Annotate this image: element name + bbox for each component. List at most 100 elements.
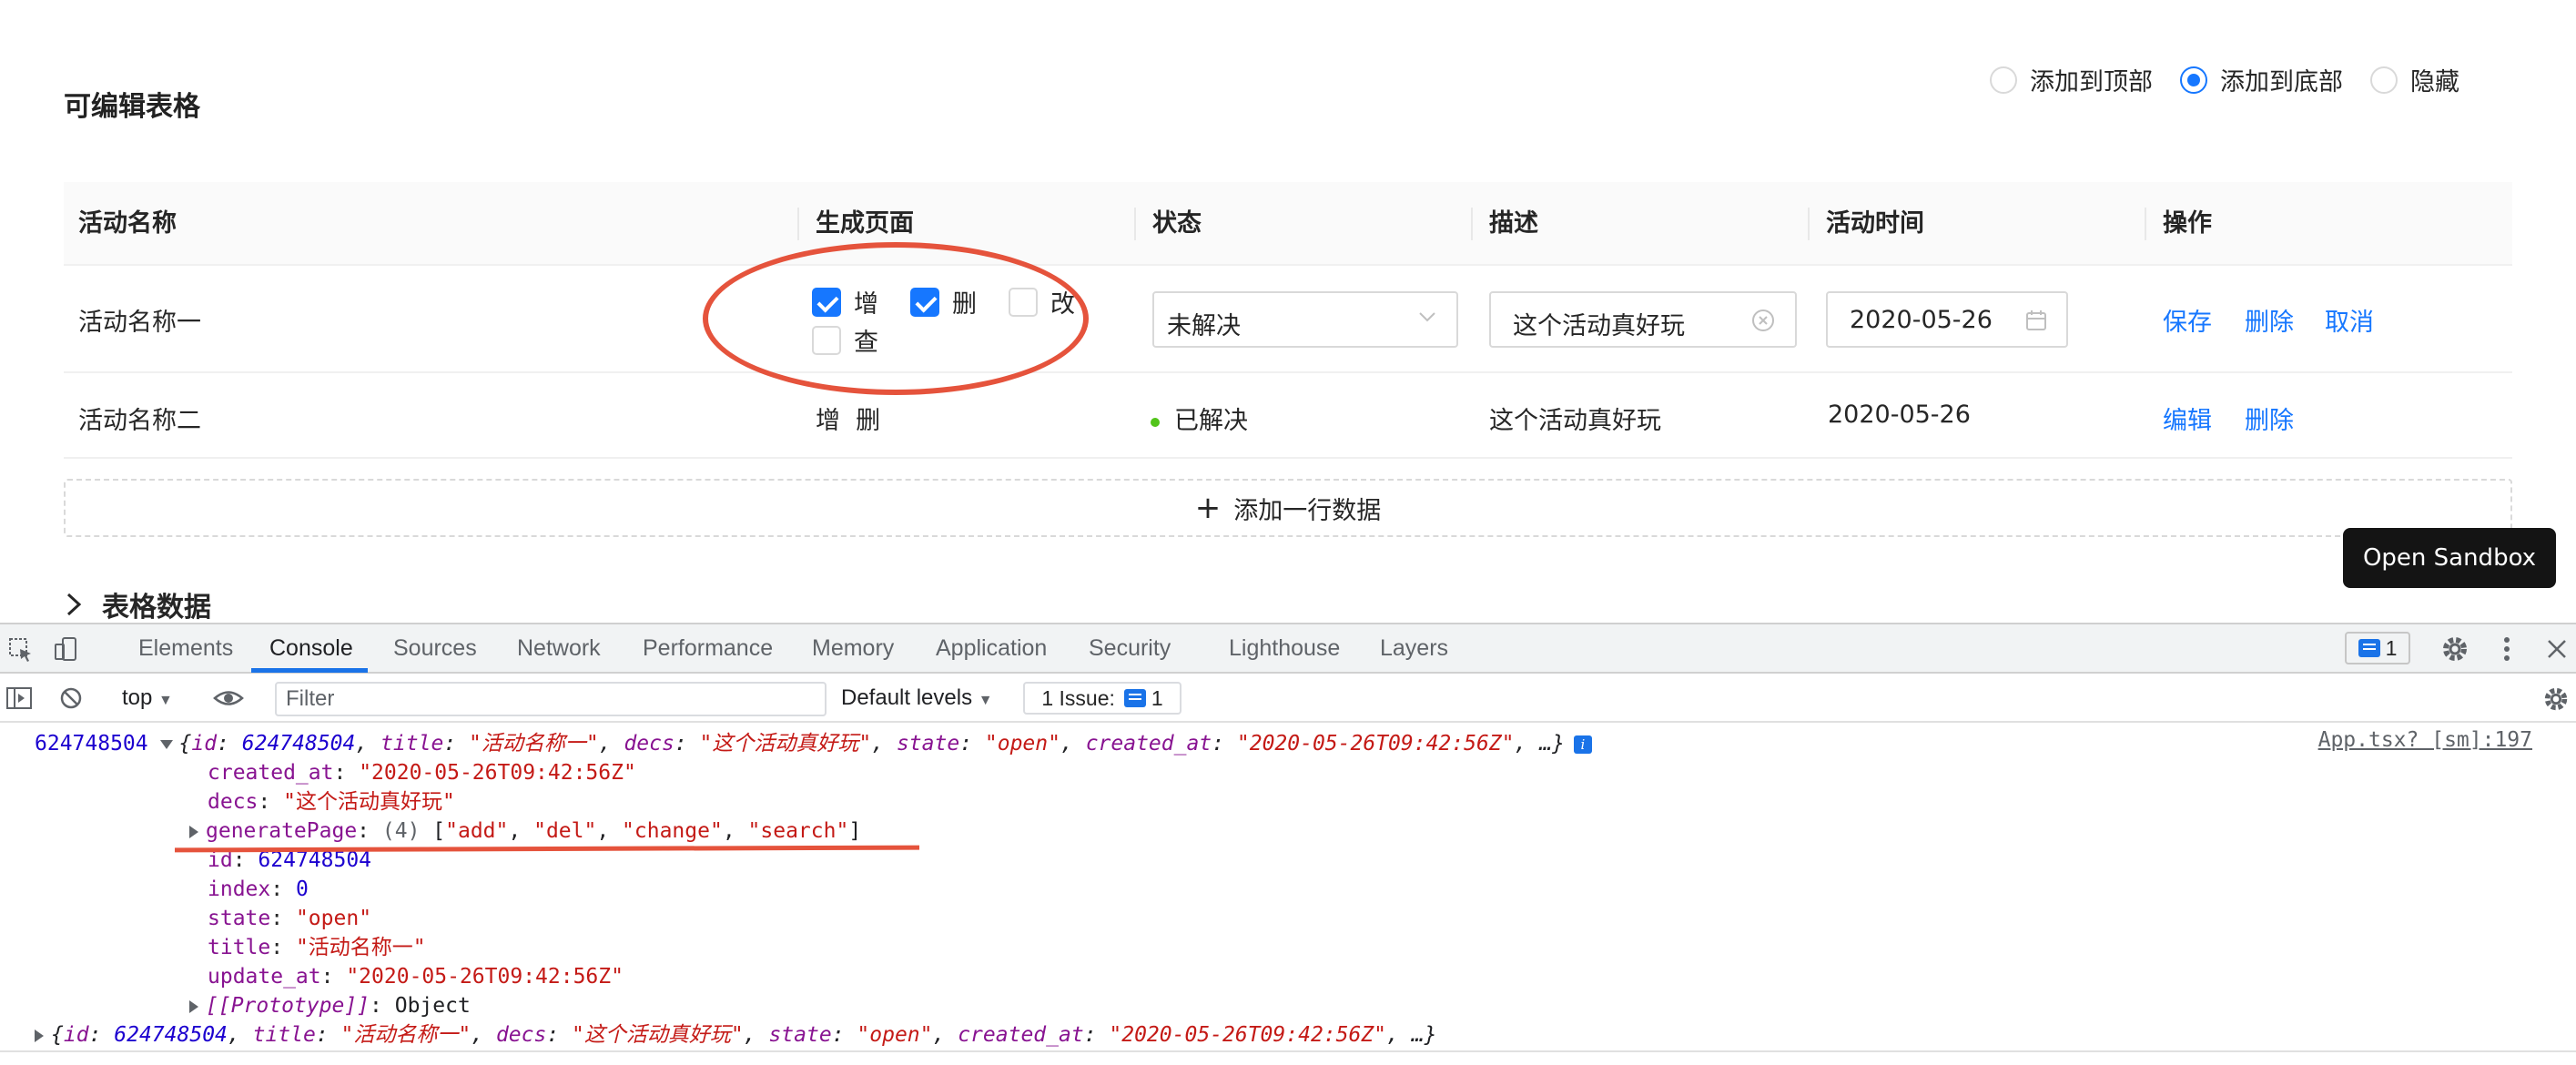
column-header-pages: 生成页面 [816, 209, 914, 238]
log-levels-select[interactable]: Default levels ▼ [841, 685, 993, 711]
filter-input[interactable] [277, 684, 825, 715]
collapse-label: 表格数据 [102, 592, 211, 624]
console-filter[interactable] [275, 682, 827, 716]
chevron-down-icon [1419, 312, 1435, 322]
context-select[interactable]: top ▼ [122, 685, 173, 711]
chevron-right-icon [66, 593, 82, 616]
state-status: 已解决 [1151, 401, 1248, 436]
close-icon[interactable] [2545, 637, 2569, 661]
date-picker-value: 2020-05-26 [1850, 306, 1993, 334]
delete-link[interactable]: 删除 [2245, 401, 2294, 436]
prop-line: state: "open" [208, 907, 372, 930]
tab-network[interactable]: Network [517, 635, 601, 662]
checkbox-del[interactable]: 删 [910, 284, 977, 320]
status-text: 已解决 [1174, 407, 1248, 435]
settings-gear-icon[interactable] [2439, 634, 2470, 664]
clear-console-icon[interactable] [58, 685, 84, 711]
prop-line-expandable[interactable]: [[Prototype]]: Object [189, 992, 471, 1019]
prop-prototype: Object [394, 994, 471, 1018]
radio-add-top[interactable]: 添加到顶部 [1990, 62, 2153, 97]
console-divider [0, 1050, 2576, 1052]
more-options-icon[interactable] [2498, 634, 2516, 664]
summary-more: …} [1539, 732, 1565, 756]
tab-memory[interactable]: Memory [812, 635, 894, 662]
position-radio-group: 添加到顶部 添加到底部 隐藏 [1990, 62, 2459, 97]
date-picker[interactable]: 2020-05-26 [1826, 291, 2068, 348]
expand-triangle-icon[interactable] [160, 739, 174, 749]
checkbox-label: 查 [854, 329, 878, 357]
summary-id: 624748504 [114, 1023, 228, 1047]
clear-icon[interactable] [1751, 309, 1775, 332]
log-prefix: 624748504 [35, 732, 148, 756]
checkbox-box [1009, 287, 1038, 317]
table-header: 活动名称 生成页面 状态 描述 活动时间 操作 [64, 182, 2512, 266]
table-data-collapse[interactable]: 表格数据 [64, 584, 211, 624]
checkbox-box [812, 287, 841, 317]
console-settings-gear-icon[interactable] [2541, 685, 2571, 714]
description: 这个活动真好玩 [1489, 407, 1661, 435]
messages-badge[interactable]: 1 [2345, 632, 2410, 664]
activity-name: 活动名称一 [78, 309, 201, 337]
checkbox-add[interactable]: 增 [812, 284, 878, 320]
message-icon [1123, 689, 1146, 707]
array-item: "change" [622, 819, 723, 843]
source-link[interactable]: App.tsx? [sm]:197 [2318, 728, 2532, 752]
prop-line: decs: "这个活动真好玩" [208, 790, 455, 814]
summary-decs: "这个活动真好玩" [699, 732, 872, 756]
table-row: 活动名称一 增 删 改 查 未解决 这个活动真好玩 2020-05-26 保存 … [64, 266, 2512, 373]
tab-console[interactable]: Console [269, 635, 353, 662]
expand-triangle-icon[interactable] [189, 825, 198, 838]
add-row-button[interactable]: + 添加一行数据 [64, 479, 2512, 537]
state-select[interactable]: 未解决 [1152, 291, 1458, 348]
column-header-state: 状态 [1152, 209, 1202, 238]
context-value: top [122, 685, 153, 710]
checkbox-search[interactable]: 查 [812, 322, 878, 358]
console-log-line[interactable]: {id: 624748504, title: "活动名称一", decs: "这… [35, 1021, 1436, 1049]
dropdown-arrow-icon: ▼ [978, 693, 993, 708]
inspect-icon[interactable] [7, 636, 35, 664]
checkbox-label: 删 [952, 290, 977, 319]
prop-state: "open" [295, 907, 372, 930]
radio-add-bottom[interactable]: 添加到底部 [2180, 62, 2343, 97]
tab-layers[interactable]: Layers [1380, 635, 1448, 662]
messages-count: 1 [2385, 635, 2398, 660]
active-tab-indicator [251, 668, 368, 673]
activity-name: 活动名称二 [78, 407, 201, 435]
activity-date: 2020-05-26 [1828, 401, 1971, 429]
delete-link[interactable]: 删除 [2245, 302, 2294, 338]
checkbox-change[interactable]: 改 [1009, 284, 1075, 320]
checkbox-label: 改 [1050, 290, 1075, 319]
save-link[interactable]: 保存 [2163, 302, 2212, 338]
tab-sources[interactable]: Sources [393, 635, 477, 662]
devtools-tabbar: Elements Console Sources Network Perform… [0, 624, 2576, 674]
tab-elements[interactable]: Elements [138, 635, 233, 662]
open-sandbox-button[interactable]: Open Sandbox [2343, 528, 2556, 588]
page-title: 可编辑表格 [64, 91, 200, 123]
prop-line: update_at: "2020-05-26T09:42:56Z" [208, 965, 624, 989]
plus-icon: + [1194, 490, 1222, 526]
desc-input[interactable]: 这个活动真好玩 [1489, 291, 1797, 348]
array-item: "search" [747, 819, 849, 843]
console-toolbar: top ▼ Default levels ▼ 1 Issue: 1 [0, 674, 2576, 723]
radio-hide[interactable]: 隐藏 [2370, 62, 2459, 97]
generated-pages: 增 删 [816, 407, 881, 435]
expand-triangle-icon[interactable] [35, 1029, 44, 1042]
tab-security[interactable]: Security [1089, 635, 1171, 662]
prop-decs: "这个活动真好玩" [283, 790, 455, 814]
device-toolbar-icon[interactable] [53, 635, 80, 663]
sidebar-toggle-icon[interactable] [5, 685, 33, 711]
column-header-name: 活动名称 [78, 209, 177, 238]
console-log-line[interactable]: 624748504 {id: 624748504, title: "活动名称一"… [35, 730, 1592, 757]
tab-performance[interactable]: Performance [643, 635, 773, 662]
tab-lighthouse[interactable]: Lighthouse [1229, 635, 1340, 662]
summary-created-at: "2020-05-26T09:42:56Z" [1109, 1023, 1387, 1047]
prop-title: "活动名称一" [295, 936, 426, 959]
expand-triangle-icon[interactable] [189, 999, 198, 1013]
prop-line-expandable[interactable]: generatePage: (4) ["add", "del", "change… [189, 817, 861, 845]
edit-link[interactable]: 编辑 [2163, 401, 2212, 436]
eye-icon[interactable] [213, 686, 244, 710]
issues-button[interactable]: 1 Issue: 1 [1023, 682, 1182, 715]
tab-application[interactable]: Application [936, 635, 1047, 662]
cancel-link[interactable]: 取消 [2325, 302, 2374, 338]
calendar-icon [2026, 310, 2046, 330]
